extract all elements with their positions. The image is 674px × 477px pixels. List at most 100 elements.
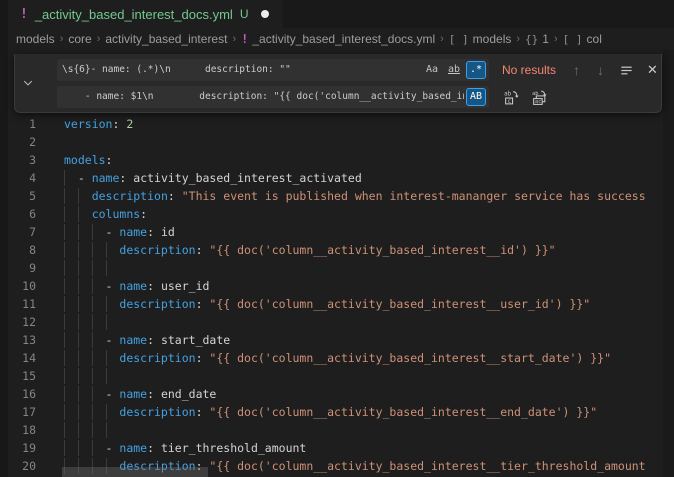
breadcrumb-item[interactable]: !_activity_based_interest_docs.yml (241, 32, 435, 46)
toggle-replace-chevron-icon[interactable] (15, 54, 41, 112)
code-line[interactable]: 19 - name: tier_threshold_amount (0, 439, 663, 457)
line-number: 15 (0, 367, 36, 385)
indent-guide (64, 314, 65, 330)
code-line[interactable]: 14 description: "{{ doc('column__activit… (0, 349, 663, 367)
indent-guide (78, 368, 79, 384)
code-text: description: "{{ doc('column__activity_b… (64, 349, 611, 367)
code-line[interactable]: 5 description: "This event is published … (0, 187, 663, 205)
find-input[interactable]: \s{6}- name: (.*)\n description: "" Aa a… (57, 59, 489, 81)
previous-match-button[interactable]: ↑ (573, 62, 580, 78)
code-text: version: 2 (64, 115, 133, 133)
find-in-selection-icon[interactable] (619, 63, 634, 78)
indent-guide (92, 260, 93, 276)
replace-all-button[interactable]: ab ac (531, 89, 548, 106)
code-line[interactable]: 8 description: "{{ doc('column__activity… (0, 241, 663, 259)
symbol-array-icon: [ ] (449, 33, 469, 46)
match-case-button[interactable]: Aa (422, 61, 442, 79)
code-line[interactable]: 12 (0, 313, 663, 331)
indent-guide (92, 368, 93, 384)
line-number: 3 (0, 151, 36, 169)
code-text: description: "This event is published wh… (64, 187, 646, 205)
yaml-file-icon: ! (241, 32, 248, 46)
replace-input-value: - name: $1\n description: "{{ doc('colum… (62, 86, 464, 108)
code-line[interactable]: 9 (0, 259, 663, 277)
line-number: 1 (0, 115, 36, 133)
breadcrumb-separator-icon: › (232, 33, 236, 45)
indent-guide (64, 422, 65, 438)
tab-title: _activity_based_interest_docs.yml (35, 7, 233, 22)
indent-guide (92, 422, 93, 438)
code-text: models: (64, 151, 112, 169)
results-count-label: No results (502, 63, 556, 77)
breadcrumb-label: col (587, 32, 602, 46)
line-number: 16 (0, 385, 36, 403)
horizontal-scrollbar[interactable] (62, 467, 208, 477)
whole-word-button[interactable]: ab (444, 61, 464, 79)
indent-guide (106, 368, 107, 384)
breadcrumb-label: 1 (542, 32, 549, 46)
vertical-scrollbar-track[interactable] (663, 50, 674, 477)
line-number: 7 (0, 223, 36, 241)
replace-input[interactable]: - name: $1\n description: "{{ doc('colum… (57, 86, 489, 108)
code-line[interactable]: 15 (0, 367, 663, 385)
breadcrumb-item[interactable]: models (16, 32, 55, 46)
find-input-value: \s{6}- name: (.*)\n description: "" (62, 59, 420, 81)
code-line[interactable]: 3 models: (0, 151, 663, 169)
code-line[interactable]: 18 (0, 421, 663, 439)
breadcrumb-item[interactable]: core (68, 32, 91, 46)
code-line[interactable]: 11 description: "{{ doc('column__activit… (0, 295, 663, 313)
line-number: 17 (0, 403, 36, 421)
code-line[interactable]: 16 - name: end_date (0, 385, 663, 403)
code-text: description: "{{ doc('column__activity_b… (64, 403, 597, 421)
line-number: 5 (0, 187, 36, 205)
git-untracked-badge: U (240, 7, 249, 21)
symbol-object-icon: {} (525, 33, 538, 46)
line-number: 20 (0, 457, 36, 475)
breadcrumb-label: models (16, 32, 55, 46)
vscode-window: ! _activity_based_interest_docs.yml U mo… (0, 0, 674, 477)
indent-guide (92, 314, 93, 330)
line-number: 4 (0, 169, 36, 187)
breadcrumb: models › core › activity_based_interest › !_ac… (8, 28, 674, 50)
preserve-case-button[interactable]: AB (466, 88, 486, 106)
code-line[interactable]: 17 description: "{{ doc('column__activit… (0, 403, 663, 421)
indent-guide (78, 260, 79, 276)
breadcrumb-label: models (473, 32, 512, 46)
indent-guide (106, 314, 107, 330)
code-text: - name: activity_based_interest_activate… (64, 169, 362, 187)
close-icon[interactable]: ✕ (647, 62, 658, 78)
line-number: 12 (0, 313, 36, 331)
breadcrumb-label: core (68, 32, 91, 46)
indent-guide (64, 368, 65, 384)
breadcrumb-item[interactable]: {} 1 (525, 32, 549, 46)
line-number: 11 (0, 295, 36, 313)
yaml-file-icon: ! (20, 7, 28, 22)
breadcrumb-item[interactable]: activity_based_interest (105, 32, 227, 46)
next-match-button[interactable]: ↓ (597, 62, 604, 78)
code-area[interactable]: 1version: 223models:4 - name: activity_b… (0, 115, 674, 475)
code-line[interactable]: 1 version: 2 (0, 115, 663, 133)
code-line[interactable]: 7 - name: id (0, 223, 663, 241)
code-text: description: "{{ doc('column__activity_b… (64, 241, 556, 259)
tab-bar: ! _activity_based_interest_docs.yml U (8, 0, 674, 28)
code-line[interactable]: 2 (0, 133, 663, 151)
replace-button[interactable]: ab c (503, 89, 520, 106)
code-line[interactable]: 13 - name: start_date (0, 331, 663, 349)
modified-dot-icon[interactable] (261, 10, 269, 18)
editor-tab[interactable]: ! _activity_based_interest_docs.yml U (8, 0, 283, 28)
line-number: 10 (0, 277, 36, 295)
regex-button[interactable]: .* (466, 61, 486, 79)
svg-text:ab: ab (504, 91, 512, 97)
line-number: 14 (0, 349, 36, 367)
breadcrumb-item[interactable]: [ ] models (449, 32, 512, 46)
editor[interactable]: 1version: 223models:4 - name: activity_b… (0, 50, 674, 477)
code-line[interactable]: 6 columns: (0, 205, 663, 223)
breadcrumb-item[interactable]: [ ]col (563, 32, 602, 46)
code-text: - name: start_date (64, 331, 230, 349)
breadcrumb-separator-icon: › (97, 33, 101, 45)
code-line[interactable]: 10 - name: user_id (0, 277, 663, 295)
code-line[interactable]: 4 - name: activity_based_interest_activa… (0, 169, 663, 187)
breadcrumb-separator-icon: › (516, 33, 520, 45)
line-number: 18 (0, 421, 36, 439)
code-text: columns: (64, 205, 147, 223)
